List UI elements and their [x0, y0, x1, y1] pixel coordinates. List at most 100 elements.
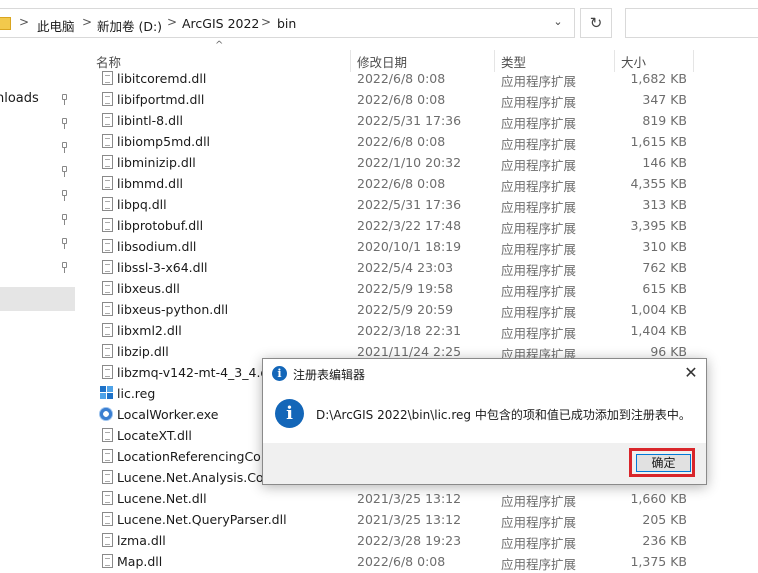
close-icon[interactable]: ✕: [680, 362, 702, 384]
file-size: 347 KB: [642, 92, 687, 107]
dll-file-icon: [102, 92, 113, 106]
ok-button[interactable]: 确定: [636, 454, 691, 472]
breadcrumb-separator[interactable]: >: [261, 15, 271, 29]
file-type: 应用程序扩展: [501, 284, 577, 299]
file-row[interactable]: libifportmd.dll 2022/6/8 0:08 应用程序扩展 347 KB: [92, 89, 692, 110]
file-name: libprotobuf.dll: [117, 218, 204, 233]
search-input[interactable]: [625, 8, 758, 38]
file-name: libzip.dll: [117, 344, 169, 359]
file-type: 应用程序扩展: [501, 221, 577, 236]
dialog-footer: 确定: [263, 443, 706, 484]
file-date: 2022/6/8 0:08: [357, 71, 446, 86]
file-name: libminizip.dll: [117, 155, 196, 170]
file-date: 2022/3/28 19:23: [357, 533, 462, 548]
breadcrumb-bin[interactable]: bin: [277, 16, 296, 31]
file-row[interactable]: libintl-8.dll 2022/5/31 17:36 应用程序扩展 819 KB: [92, 110, 692, 131]
file-date: 2022/1/10 20:32: [357, 155, 462, 170]
nav-item-downloads[interactable]: nloads: [0, 91, 39, 106]
file-size: 1,004 KB: [630, 302, 687, 317]
file-size: 313 KB: [642, 197, 687, 212]
dll-file-icon: [102, 554, 113, 568]
dll-file-icon: [102, 323, 113, 337]
file-name: libxeus.dll: [117, 281, 180, 296]
dll-file-icon: [102, 533, 113, 547]
registry-editor-dialog: i 注册表编辑器 ✕ i D:\ArcGIS 2022\bin\lic.reg …: [262, 358, 707, 485]
file-row[interactable]: libxeus.dll 2022/5/9 19:58 应用程序扩展 615 KB: [92, 278, 692, 299]
file-type: 应用程序扩展: [501, 137, 577, 152]
dll-file-icon: [102, 449, 113, 463]
highlight-box: 确定: [629, 448, 695, 477]
address-bar[interactable]: > 此电脑 > 新加卷 (D:) > ArcGIS 2022 > bin ⌄: [0, 8, 575, 38]
pin-icon[interactable]: [60, 238, 69, 250]
pin-icon[interactable]: [60, 214, 69, 226]
pin-icon[interactable]: [60, 190, 69, 202]
file-type: 应用程序扩展: [501, 179, 577, 194]
file-size: 1,682 KB: [630, 71, 687, 86]
file-row[interactable]: libxml2.dll 2022/3/18 22:31 应用程序扩展 1,404 KB: [92, 320, 692, 341]
file-name: libpq.dll: [117, 197, 167, 212]
file-type: 应用程序扩展: [501, 263, 577, 278]
file-name: lzma.dll: [117, 533, 166, 548]
dll-file-icon: [102, 365, 113, 379]
chevron-down-icon[interactable]: ⌄: [548, 15, 568, 31]
file-row[interactable]: libpq.dll 2022/5/31 17:36 应用程序扩展 313 KB: [92, 194, 692, 215]
dll-file-icon: [102, 512, 113, 526]
file-date: 2022/3/22 17:48: [357, 218, 462, 233]
pin-icon[interactable]: [60, 166, 69, 178]
info-icon: i: [272, 366, 287, 381]
file-date: 2022/3/18 22:31: [357, 323, 462, 338]
dll-file-icon: [102, 134, 113, 148]
file-name: LocateXT.dll: [117, 428, 192, 443]
dll-file-icon: [102, 428, 113, 442]
file-name: libitcoremd.dll: [117, 71, 207, 86]
file-date: 2022/5/4 23:03: [357, 260, 454, 275]
nav-item-selected[interactable]: [0, 287, 75, 311]
breadcrumb-arcgis-2022[interactable]: ArcGIS 2022: [182, 16, 259, 31]
file-date: 2021/3/25 13:12: [357, 491, 462, 506]
info-icon: i: [275, 399, 304, 428]
pin-icon[interactable]: [60, 118, 69, 130]
dll-file-icon: [102, 155, 113, 169]
file-type: 应用程序扩展: [501, 515, 577, 530]
file-name: libzmq-v142-mt-4_3_4.dll: [117, 365, 276, 380]
file-size: 819 KB: [642, 113, 687, 128]
pin-icon[interactable]: [60, 94, 69, 106]
file-name: libmmd.dll: [117, 176, 184, 191]
registry-file-icon: [100, 386, 113, 399]
breadcrumb-separator[interactable]: >: [167, 15, 177, 29]
file-size: 4,355 KB: [630, 176, 687, 191]
dll-file-icon: [102, 302, 113, 316]
file-name: libssl-3-x64.dll: [117, 260, 208, 275]
breadcrumb-separator[interactable]: >: [82, 15, 92, 29]
file-type: 应用程序扩展: [501, 557, 577, 572]
file-row[interactable]: libxeus-python.dll 2022/5/9 20:59 应用程序扩展 1,…: [92, 299, 692, 320]
file-row[interactable]: libprotobuf.dll 2022/3/22 17:48 应用程序扩展 3,39…: [92, 215, 692, 236]
file-row[interactable]: Lucene.Net.QueryParser.dll 2021/3/25 13:1…: [92, 509, 692, 530]
file-row[interactable]: libitcoremd.dll 2022/6/8 0:08 应用程序扩展 1,682 …: [92, 68, 692, 89]
file-row[interactable]: libmmd.dll 2022/6/8 0:08 应用程序扩展 4,355 KB: [92, 173, 692, 194]
file-row[interactable]: lzma.dll 2022/3/28 19:23 应用程序扩展 236 KB: [92, 530, 692, 551]
breadcrumb-this-pc[interactable]: 此电脑: [37, 16, 75, 35]
file-type: 应用程序扩展: [501, 305, 577, 320]
pin-icon[interactable]: [60, 142, 69, 154]
file-type: 应用程序扩展: [501, 326, 577, 341]
file-size: 146 KB: [642, 155, 687, 170]
file-row[interactable]: libiomp5md.dll 2022/6/8 0:08 应用程序扩展 1,615 K…: [92, 131, 692, 152]
file-type: 应用程序扩展: [501, 536, 577, 551]
file-type: 应用程序扩展: [501, 242, 577, 257]
file-row[interactable]: libssl-3-x64.dll 2022/5/4 23:03 应用程序扩展 762 …: [92, 257, 692, 278]
column-divider[interactable]: [693, 50, 694, 72]
file-date: 2022/6/8 0:08: [357, 134, 446, 149]
file-row[interactable]: libsodium.dll 2020/10/1 18:19 应用程序扩展 310 KB: [92, 236, 692, 257]
file-row[interactable]: libminizip.dll 2022/1/10 20:32 应用程序扩展 146 K…: [92, 152, 692, 173]
refresh-button[interactable]: ↻: [580, 8, 612, 38]
dll-file-icon: [102, 197, 113, 211]
file-type: 应用程序扩展: [501, 200, 577, 215]
file-row[interactable]: Lucene.Net.dll 2021/3/25 13:12 应用程序扩展 1,660…: [92, 488, 692, 509]
dll-file-icon: [102, 176, 113, 190]
file-type: 应用程序扩展: [501, 95, 577, 110]
pin-icon[interactable]: [60, 262, 69, 274]
breadcrumb-drive-d[interactable]: 新加卷 (D:): [97, 16, 162, 35]
file-date: 2020/10/1 18:19: [357, 239, 462, 254]
file-size: 96 KB: [650, 344, 687, 359]
